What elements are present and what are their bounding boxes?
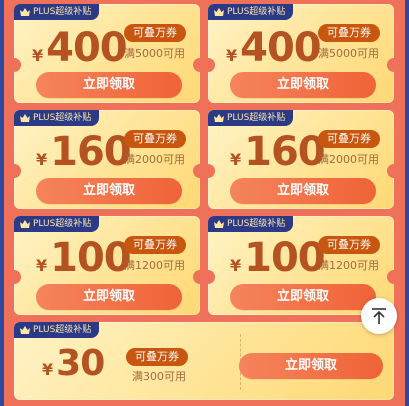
claim-button[interactable]: 立即领取 — [230, 72, 376, 98]
coupon-notch — [208, 58, 215, 72]
crown-icon — [20, 8, 30, 16]
coupon-condition: 满5000可用 — [124, 47, 185, 60]
currency-symbol: ¥ — [226, 46, 238, 65]
coupon-price: ¥ 400 — [226, 25, 322, 71]
coupon-amount: 100 — [244, 235, 325, 281]
stackable-badge: 可叠万券 — [318, 130, 380, 148]
coupon-notch — [193, 270, 200, 284]
coupon-price: ¥ 160 — [36, 129, 132, 175]
claim-button[interactable]: 立即领取 — [36, 284, 182, 310]
coupon-amount: 160 — [50, 129, 131, 175]
coupon-price: ¥ 100 — [36, 235, 132, 281]
coupon-price: ¥ 30 — [42, 343, 105, 384]
coupon-notch — [14, 270, 21, 284]
crown-icon — [20, 220, 30, 228]
plus-tag-label: PLUS超级补贴 — [227, 7, 286, 17]
plus-subsidy-tag: PLUS超级补贴 — [208, 216, 294, 232]
coupon-price: ¥ 400 — [32, 25, 128, 71]
coupon-condition: 满1200可用 — [318, 259, 379, 272]
coupon-price: ¥ 100 — [230, 235, 326, 281]
coupon-notch — [208, 164, 215, 178]
stackable-badge: 可叠万券 — [124, 130, 186, 148]
plus-subsidy-tag: PLUS超级补贴 — [14, 216, 100, 232]
arrow-up-to-top-icon — [372, 308, 386, 324]
stackable-badge: 可叠万券 — [126, 348, 188, 366]
plus-tag-label: PLUS超级补贴 — [227, 219, 286, 229]
scroll-to-top-button[interactable] — [361, 298, 397, 334]
crown-icon — [214, 8, 224, 16]
plus-tag-label: PLUS超级补贴 — [227, 113, 286, 123]
coupon-notch — [387, 164, 394, 178]
plus-subsidy-tag: PLUS超级补贴 — [14, 322, 100, 338]
crown-icon — [20, 326, 30, 334]
coupon-notch — [387, 270, 394, 284]
stackable-badge: 可叠万券 — [124, 24, 186, 42]
coupon-condition: 满2000可用 — [124, 153, 185, 166]
claim-button[interactable]: 立即领取 — [230, 178, 376, 204]
claim-button[interactable]: 立即领取 — [230, 284, 376, 310]
coupon-card: PLUS超级补贴 ¥ 400 可叠万券 满5000可用 立即领取 — [14, 4, 200, 103]
coupon-condition: 满2000可用 — [318, 153, 379, 166]
claim-button[interactable]: 立即领取 — [36, 72, 182, 98]
coupon-condition: 满300可用 — [132, 370, 186, 383]
plus-subsidy-tag: PLUS超级补贴 — [14, 110, 100, 126]
crown-icon — [214, 220, 224, 228]
coupon-card: PLUS超级补贴 ¥ 160 可叠万券 满2000可用 立即领取 — [208, 110, 394, 209]
crown-icon — [20, 114, 30, 122]
claim-button[interactable]: 立即领取 — [36, 178, 182, 204]
coupon-card-wide: PLUS超级补贴 ¥ 30 可叠万券 满300可用 立即领取 — [14, 322, 394, 400]
plus-tag-label: PLUS超级补贴 — [33, 325, 92, 335]
crown-icon — [214, 114, 224, 122]
coupon-card: PLUS超级补贴 ¥ 100 可叠万券 满1200可用 立即领取 — [14, 216, 200, 315]
currency-symbol: ¥ — [36, 256, 48, 275]
coupon-notch — [208, 270, 215, 284]
coupon-card: PLUS超级补贴 ¥ 400 可叠万券 满5000可用 立即领取 — [208, 4, 394, 103]
currency-symbol: ¥ — [230, 256, 242, 275]
coupon-card: PLUS超级补贴 ¥ 100 可叠万券 满1200可用 立即领取 — [208, 216, 394, 315]
stackable-badge: 可叠万券 — [318, 24, 380, 42]
plus-tag-label: PLUS超级补贴 — [33, 113, 92, 123]
coupon-amount: 100 — [50, 235, 131, 281]
coupon-notch — [193, 58, 200, 72]
coupon-condition: 满1200可用 — [124, 259, 185, 272]
currency-symbol: ¥ — [42, 360, 54, 379]
currency-symbol: ¥ — [36, 150, 48, 169]
page-edge-left — [0, 0, 4, 406]
currency-symbol: ¥ — [230, 150, 242, 169]
coupon-amount: 160 — [244, 129, 325, 175]
coupon-amount: 400 — [46, 25, 127, 71]
coupon-notch — [14, 164, 21, 178]
coupon-amount: 30 — [56, 343, 105, 384]
page-edge-right — [405, 0, 409, 406]
coupon-notch — [193, 164, 200, 178]
coupon-notch — [387, 58, 394, 72]
claim-button[interactable]: 立即领取 — [239, 353, 383, 379]
plus-subsidy-tag: PLUS超级补贴 — [208, 110, 294, 126]
plus-subsidy-tag: PLUS超级补贴 — [14, 4, 100, 20]
coupon-condition: 满5000可用 — [318, 47, 379, 60]
coupon-amount: 400 — [240, 25, 321, 71]
coupon-card: PLUS超级补贴 ¥ 160 可叠万券 满2000可用 立即领取 — [14, 110, 200, 209]
plus-subsidy-tag: PLUS超级补贴 — [208, 4, 294, 20]
coupon-price: ¥ 160 — [230, 129, 326, 175]
coupon-notch — [14, 58, 21, 72]
plus-tag-label: PLUS超级补贴 — [33, 7, 92, 17]
currency-symbol: ¥ — [32, 46, 44, 65]
stackable-badge: 可叠万券 — [124, 236, 186, 254]
plus-tag-label: PLUS超级补贴 — [33, 219, 92, 229]
stackable-badge: 可叠万券 — [318, 236, 380, 254]
